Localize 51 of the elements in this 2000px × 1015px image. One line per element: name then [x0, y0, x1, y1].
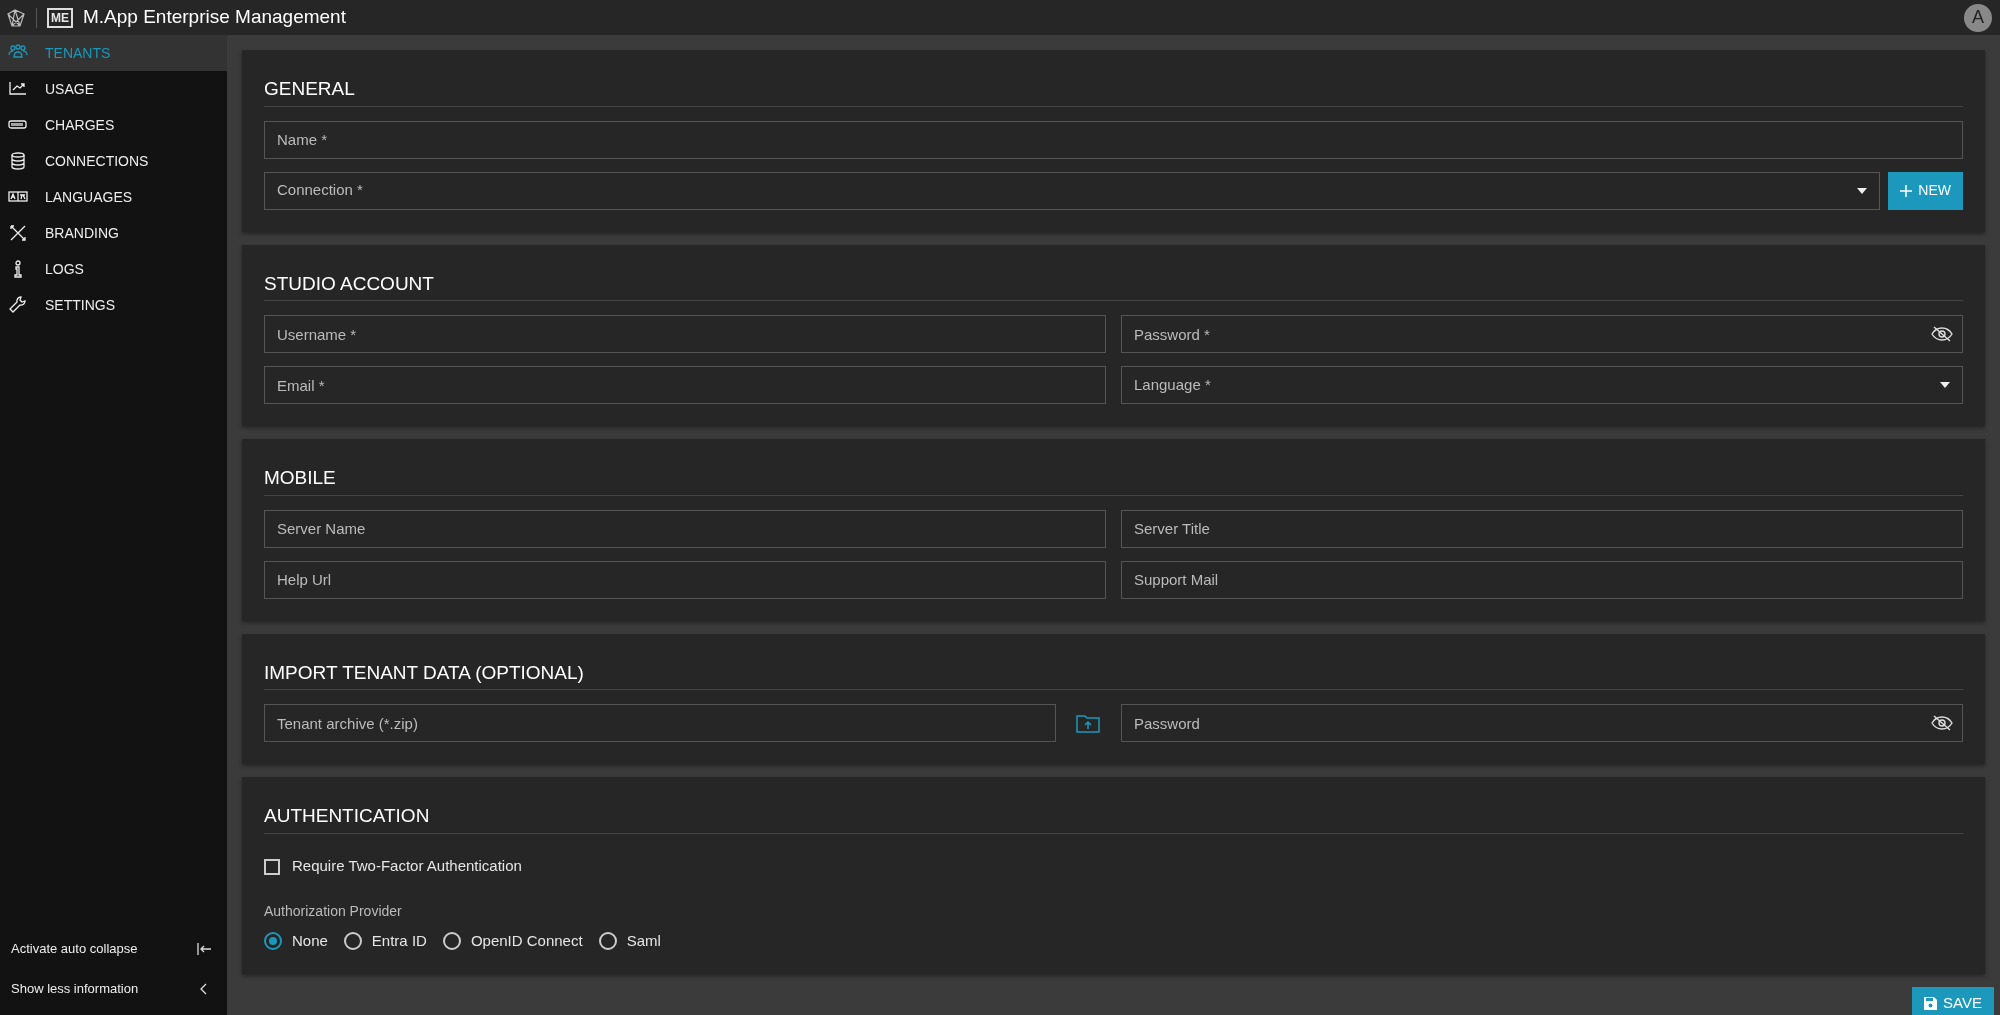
text-field[interactable]: Email * [264, 366, 1106, 404]
section-title: IMPORT TENANT DATA (OPTIONAL) [264, 658, 1963, 690]
app-badge: ME [47, 7, 73, 28]
nav-item[interactable]: SETTINGS [0, 287, 227, 323]
radio-label[interactable]: Saml [626, 929, 661, 952]
radio-button[interactable] [598, 931, 617, 950]
radio-label[interactable]: OpenID Connect [470, 929, 583, 952]
database-icon [8, 151, 28, 171]
group-label: Authorization Provider [264, 901, 403, 921]
section-title: STUDIO ACCOUNT [264, 269, 1963, 301]
select-field[interactable]: Connection * [264, 171, 1881, 210]
wrench-icon [8, 295, 28, 315]
sidebar-footer-button[interactable]: Show less information [0, 969, 227, 1009]
text-field[interactable]: Username * [264, 315, 1106, 353]
nav-item[interactable]: CONNECTIONS [0, 143, 227, 179]
nav-item[interactable]: USAGE [0, 71, 227, 107]
radio-label[interactable]: None [292, 929, 328, 952]
password-field[interactable]: Password [1121, 704, 1963, 742]
collapse-icon [195, 940, 213, 958]
logo-icon [6, 7, 26, 28]
radio-button[interactable] [343, 931, 362, 950]
caret-down-icon [1940, 382, 1950, 388]
section-title: MOBILE [264, 464, 1963, 496]
section-title: AUTHENTICATION [264, 802, 1963, 834]
eye-hidden-icon[interactable] [1931, 326, 1953, 342]
checkbox[interactable] [264, 858, 280, 875]
user-avatar[interactable]: A [1964, 3, 1992, 32]
nav-item[interactable]: BRANDING [0, 215, 227, 251]
caret-down-icon [1857, 187, 1868, 194]
text-field[interactable]: Server Title [1121, 509, 1963, 548]
nav-item[interactable]: LOGS [0, 251, 227, 287]
file-field[interactable]: Tenant archive (*.zip) [264, 704, 1056, 742]
password-field[interactable]: Password * [1121, 315, 1963, 353]
radio-button[interactable] [442, 931, 461, 950]
text-field[interactable]: Server Name [264, 509, 1106, 548]
radio-button[interactable] [264, 931, 282, 950]
eye-hidden-icon[interactable] [1931, 715, 1953, 731]
text-field[interactable]: Help Url [264, 560, 1106, 599]
checkbox-label[interactable]: Require Two-Factor Authentication [292, 855, 522, 878]
text-field[interactable]: Support Mail [1121, 560, 1963, 599]
text-field[interactable]: Name * [264, 120, 1963, 159]
nav-item[interactable]: CHARGES [0, 107, 227, 143]
nav-item[interactable]: TENANTS [0, 35, 227, 71]
app-title: M.App Enterprise Management [83, 5, 346, 30]
select-field[interactable]: Language * [1121, 366, 1963, 404]
folder-upload-icon[interactable] [1076, 713, 1100, 733]
sidebar-footer-button[interactable]: Activate auto collapse [0, 929, 227, 969]
nav-item[interactable]: LANGUAGES [0, 179, 227, 215]
section-title: GENERAL [264, 75, 1963, 107]
radio-label[interactable]: Entra ID [371, 929, 427, 952]
plus-icon [1900, 184, 1913, 197]
